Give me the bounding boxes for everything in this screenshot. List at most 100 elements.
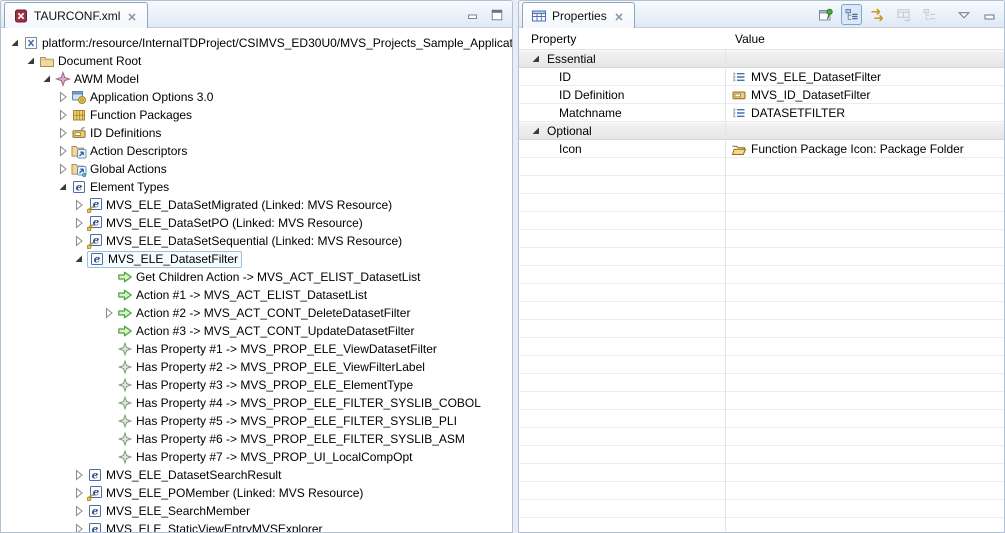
tree-item[interactable]: Has Property #5 -> MVS_PROP_ELE_FILTER_S…: [1, 412, 512, 430]
close-icon[interactable]: [612, 9, 626, 23]
tree-item[interactable]: eElement Types: [1, 178, 512, 196]
category-row[interactable]: Essential: [519, 50, 1004, 68]
expander-collapsed-icon[interactable]: [55, 89, 71, 105]
property-value[interactable]: DATASETFILTER: [751, 106, 845, 120]
view-menu-icon[interactable]: [953, 4, 974, 25]
expander-expanded-icon[interactable]: [39, 71, 55, 87]
tree-item[interactable]: Has Property #3 -> MVS_PROP_ELE_ElementT…: [1, 376, 512, 394]
expander-collapsed-icon[interactable]: [55, 143, 71, 159]
minimize-icon[interactable]: [466, 7, 480, 21]
empty-rows: [519, 158, 1004, 532]
properties-tab-title: Properties: [552, 9, 607, 23]
expander-collapsed-icon[interactable]: [71, 197, 87, 213]
tree-item[interactable]: eMVS_ELE_DatasetSearchResult: [1, 466, 512, 484]
tree-item[interactable]: eMVS_ELE_POMember (Linked: MVS Resource): [1, 484, 512, 502]
property-value[interactable]: Function Package Icon: Package Folder: [751, 142, 964, 156]
expander-expanded-icon[interactable]: [55, 179, 71, 195]
expander-collapsed-icon[interactable]: [71, 521, 87, 532]
tree-item[interactable]: Action Descriptors: [1, 142, 512, 160]
expander-collapsed-icon[interactable]: [71, 467, 87, 483]
tree-item[interactable]: Has Property #4 -> MVS_PROP_ELE_FILTER_S…: [1, 394, 512, 412]
tree-item[interactable]: Has Property #6 -> MVS_PROP_ELE_FILTER_S…: [1, 430, 512, 448]
expander-collapsed-icon[interactable]: [55, 107, 71, 123]
has-property-icon: [117, 413, 133, 429]
category-row[interactable]: Optional: [519, 122, 1004, 140]
show-categories-icon[interactable]: [841, 4, 862, 25]
tree-item[interactable]: Action #2 -> MVS_ACT_CONT_DeleteDatasetF…: [1, 304, 512, 322]
column-header-value[interactable]: Value: [725, 32, 765, 46]
action-arrow-icon: [117, 305, 133, 321]
tree-item[interactable]: eMVS_ELE_SearchMember: [1, 502, 512, 520]
has-property-icon: [117, 359, 133, 375]
document-root-folder-icon: [39, 53, 55, 69]
show-advanced-properties-icon[interactable]: [867, 4, 888, 25]
tree-item[interactable]: Application Options 3.0: [1, 88, 512, 106]
tab-properties[interactable]: Properties: [522, 2, 635, 28]
tree-item[interactable]: Action #1 -> MVS_ACT_ELIST_DatasetList: [1, 286, 512, 304]
property-value[interactable]: MVS_ID_DatasetFilter: [751, 88, 870, 102]
restore-default-value-icon[interactable]: [893, 4, 914, 25]
expander-expanded-icon[interactable]: [71, 251, 87, 267]
column-divider[interactable]: [725, 50, 726, 532]
selected-tree-item[interactable]: eMVS_ELE_DatasetFilter: [87, 251, 242, 268]
tree-item[interactable]: Action #3 -> MVS_ACT_CONT_UpdateDatasetF…: [1, 322, 512, 340]
tree-item[interactable]: eMVS_ELE_DataSetPO (Linked: MVS Resource…: [1, 214, 512, 232]
tab-taurconf-xml[interactable]: TAURCONF.xml: [4, 2, 148, 28]
tree-item[interactable]: platform:/resource/InternalTDProject/CSI…: [1, 34, 512, 52]
minimize-icon[interactable]: [979, 4, 1000, 25]
id-definition-icon: [731, 87, 747, 103]
close-icon[interactable]: [125, 9, 139, 23]
expander-expanded-icon[interactable]: [528, 51, 544, 67]
properties-header-row: Property Value: [519, 28, 1004, 50]
expander-expanded-icon[interactable]: [7, 35, 23, 51]
expander-slot: [101, 341, 117, 357]
properties-table: Property Value Essential IDMVS_ELE_Datase…: [519, 28, 1004, 532]
tree-item[interactable]: Function Packages: [1, 106, 512, 124]
show-category-groups-icon[interactable]: [919, 4, 940, 25]
tree-item[interactable]: AWM Model: [1, 70, 512, 88]
tree-item[interactable]: Document Root: [1, 52, 512, 70]
expander-collapsed-icon[interactable]: [101, 305, 117, 321]
property-row[interactable]: IconFunction Package Icon: Package Folde…: [519, 140, 1004, 158]
element-icon: e: [87, 467, 103, 483]
xml-tree: platform:/resource/InternalTDProject/CSI…: [1, 28, 512, 532]
tree-item-label: Element Types: [90, 180, 169, 194]
property-row[interactable]: ID DefinitionMVS_ID_DatasetFilter: [519, 86, 1004, 104]
tree-item[interactable]: Has Property #7 -> MVS_PROP_UI_LocalComp…: [1, 448, 512, 466]
expander-expanded-icon[interactable]: [528, 123, 544, 139]
expander-collapsed-icon[interactable]: [71, 215, 87, 231]
element-icon: e: [71, 179, 87, 195]
property-row[interactable]: MatchnameDATASETFILTER: [519, 104, 1004, 122]
category-label: Essential: [547, 52, 596, 66]
tree-item[interactable]: Global Actions: [1, 160, 512, 178]
expander-slot: [101, 431, 117, 447]
expander-collapsed-icon[interactable]: [55, 125, 71, 141]
tree-item-label: MVS_ELE_SearchMember: [106, 504, 250, 518]
tree-item[interactable]: ID Definitions: [1, 124, 512, 142]
tree-item[interactable]: eMVS_ELE_StaticViewEntryMVSExplorer: [1, 520, 512, 532]
tree-item-label: MVS_ELE_DataSetPO (Linked: MVS Resource): [106, 216, 363, 230]
expander-slot: [101, 269, 117, 285]
pin-view-icon[interactable]: [815, 4, 836, 25]
package-folder-icon: [731, 141, 747, 157]
linked-element-icon: e: [87, 197, 103, 213]
tree-item[interactable]: Get Children Action -> MVS_ACT_ELIST_Dat…: [1, 268, 512, 286]
tree-item[interactable]: eMVS_ELE_DataSetSequential (Linked: MVS …: [1, 232, 512, 250]
expander-collapsed-icon[interactable]: [71, 503, 87, 519]
expander-collapsed-icon[interactable]: [55, 161, 71, 177]
expander-collapsed-icon[interactable]: [71, 233, 87, 249]
tree-item-label: Has Property #6 -> MVS_PROP_ELE_FILTER_S…: [136, 432, 465, 446]
category-label: Optional: [547, 124, 592, 138]
expander-collapsed-icon[interactable]: [71, 485, 87, 501]
tree-item[interactable]: Has Property #1 -> MVS_PROP_ELE_ViewData…: [1, 340, 512, 358]
expander-expanded-icon[interactable]: [23, 53, 39, 69]
expander-slot: [101, 359, 117, 375]
tree-item[interactable]: eMVS_ELE_DataSetMigrated (Linked: MVS Re…: [1, 196, 512, 214]
property-row[interactable]: IDMVS_ELE_DatasetFilter: [519, 68, 1004, 86]
column-header-property[interactable]: Property: [519, 32, 725, 46]
property-value[interactable]: MVS_ELE_DatasetFilter: [751, 70, 881, 84]
tree-item[interactable]: Has Property #2 -> MVS_PROP_ELE_ViewFilt…: [1, 358, 512, 376]
svg-text:e: e: [92, 524, 99, 532]
maximize-icon[interactable]: [490, 7, 504, 21]
tree-item[interactable]: eMVS_ELE_DatasetFilter: [1, 250, 512, 268]
